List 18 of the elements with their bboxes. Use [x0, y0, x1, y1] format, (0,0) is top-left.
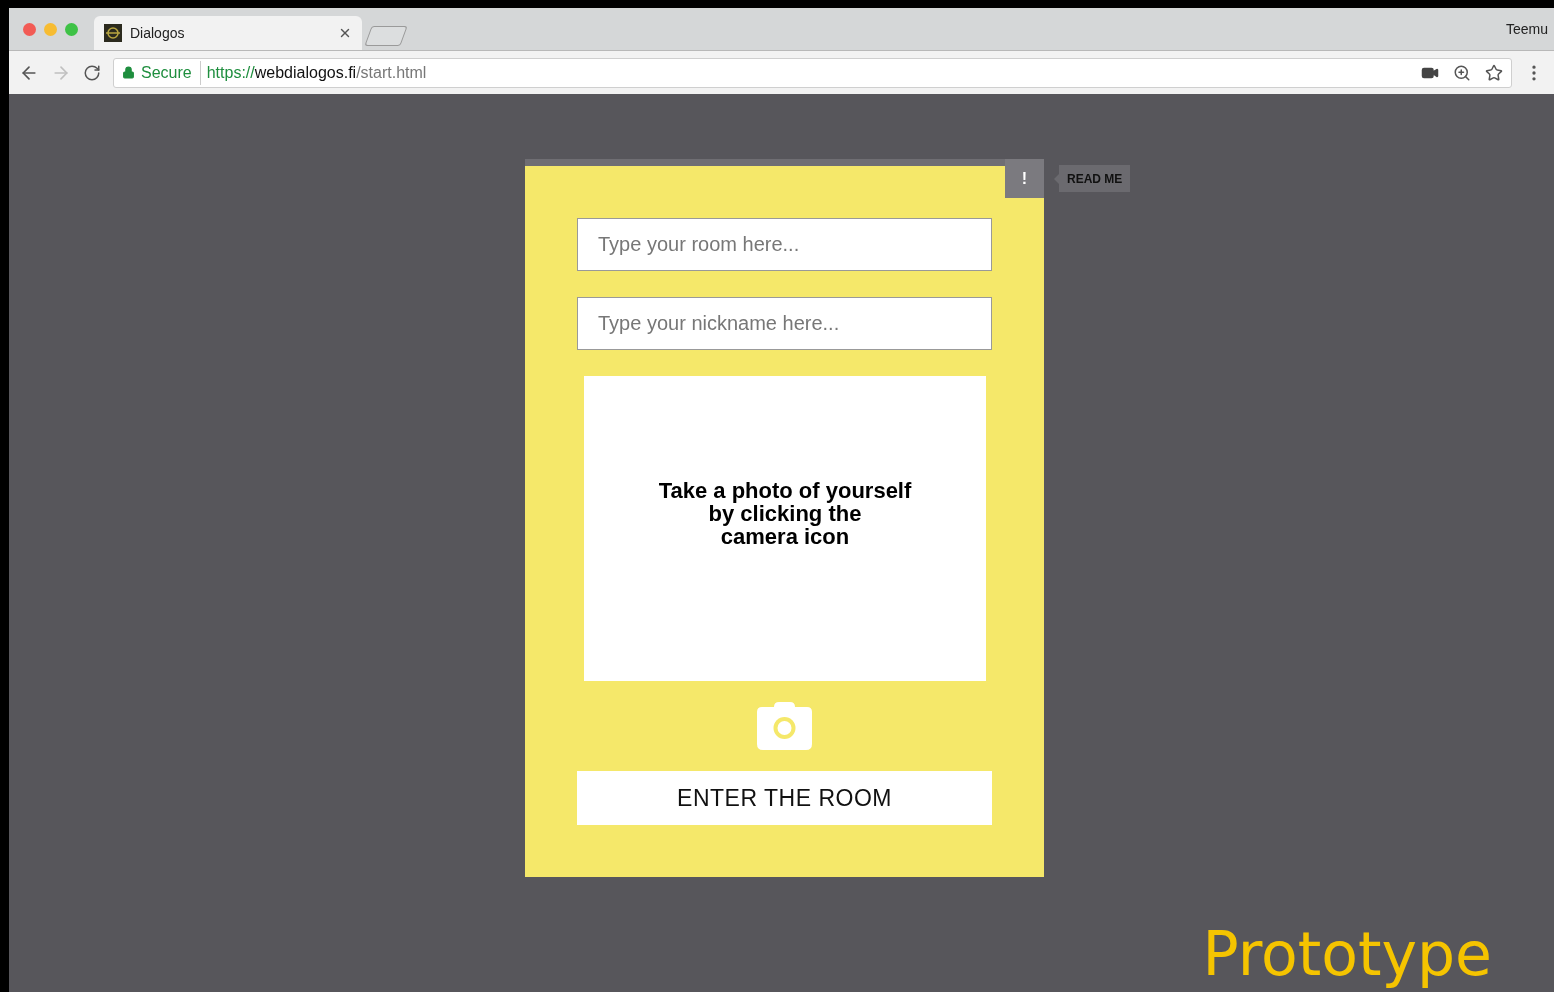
- close-tab-icon[interactable]: [338, 26, 352, 40]
- url-text: https://webdialogos.fi/start.html: [206, 62, 427, 83]
- secure-label: Secure: [141, 60, 201, 85]
- info-button[interactable]: !: [1005, 159, 1044, 198]
- text-input-field[interactable]: Type your room here...: [577, 218, 992, 271]
- photo-prompt: Take a photo of yourself by clicking the camera icon: [658, 479, 912, 548]
- browser-tab[interactable]: Dialogos: [94, 16, 362, 50]
- read-me-tooltip: READ ME: [1059, 165, 1131, 192]
- reload-icon[interactable]: [83, 63, 101, 82]
- enter-room-button[interactable]: ENTER THE ROOM: [577, 771, 992, 825]
- tab-favicon-icon: [104, 24, 122, 42]
- tab-title: Dialogos: [130, 23, 186, 43]
- profile-name[interactable]: Teemu: [1505, 18, 1548, 40]
- address-bar[interactable]: Secure https://webdialogos.fi/start.html: [113, 57, 1512, 88]
- zoom-icon[interactable]: [1453, 63, 1471, 82]
- text-input-field[interactable]: Type your nickname here...: [577, 297, 992, 350]
- lock-icon: [122, 66, 135, 79]
- bookmark-icon[interactable]: [1485, 63, 1503, 82]
